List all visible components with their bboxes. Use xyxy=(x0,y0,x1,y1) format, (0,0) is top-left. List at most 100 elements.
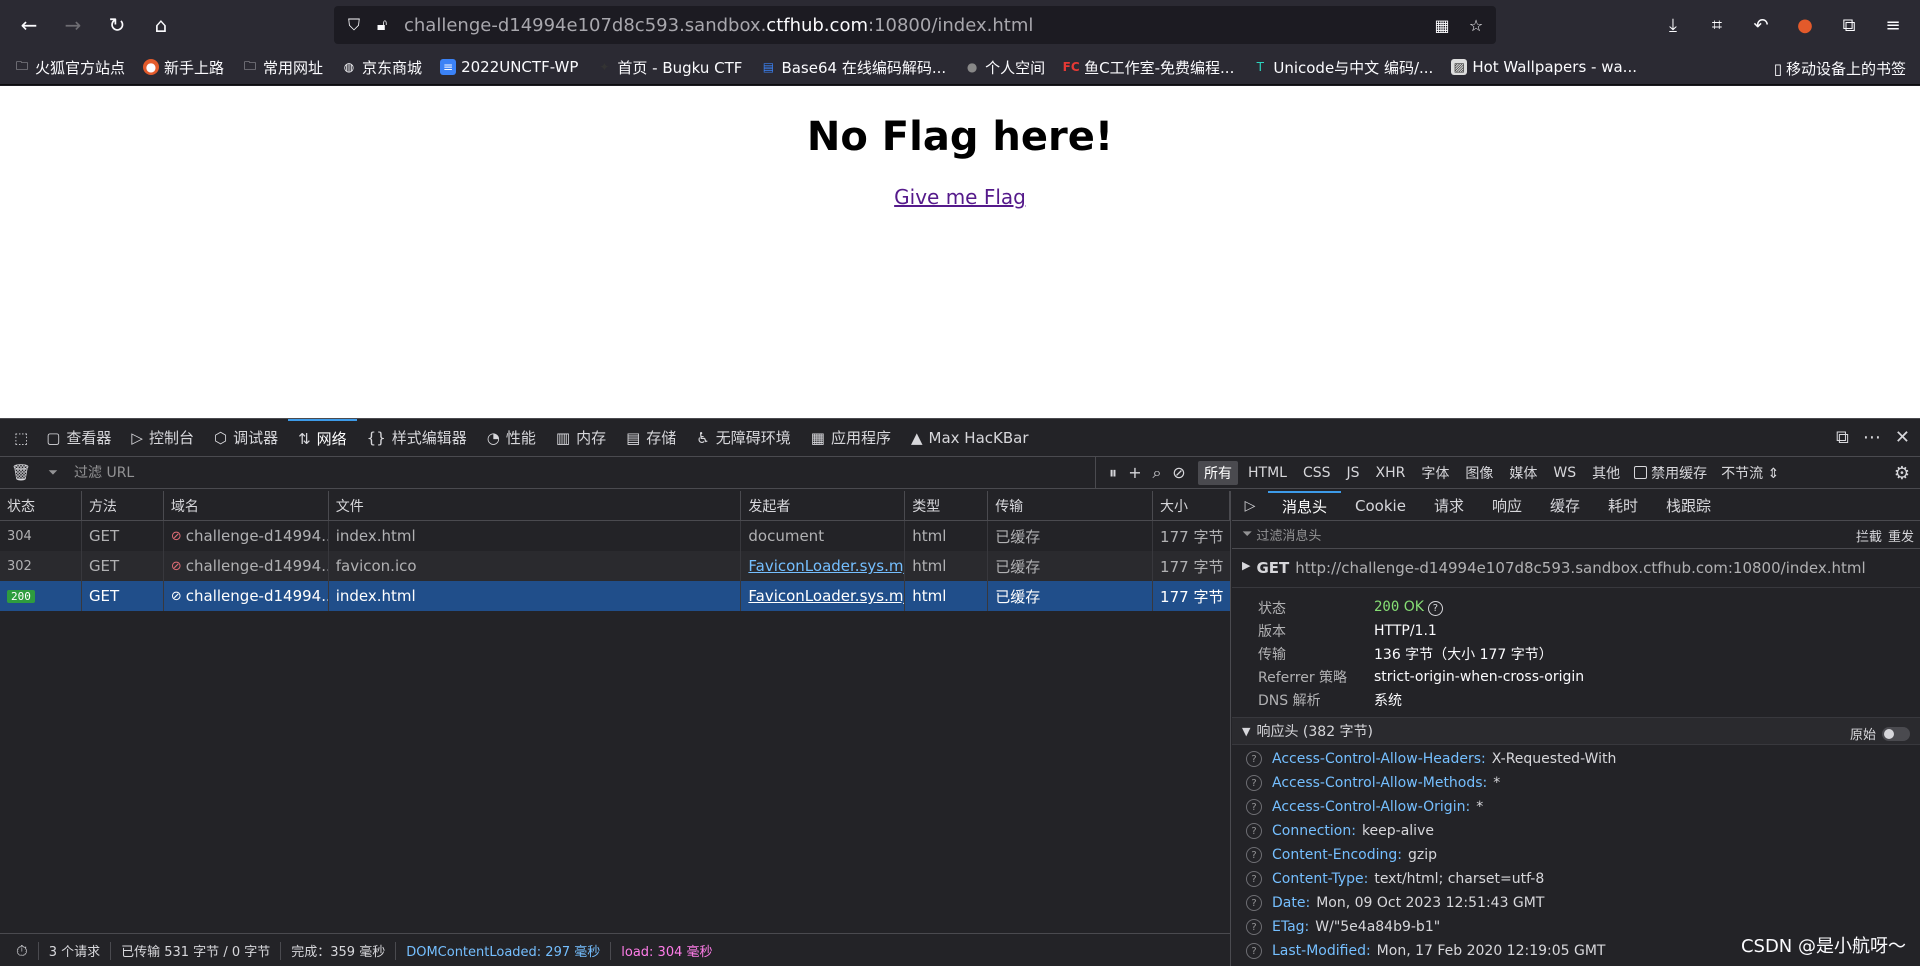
stopwatch-icon[interactable]: ⏱ xyxy=(6,941,39,960)
filter-all[interactable]: 所有 xyxy=(1198,460,1238,485)
more-options-icon[interactable]: ⋯ xyxy=(1863,427,1881,448)
bookmark-item[interactable]: ▤ Base64 在线编码解码... xyxy=(760,57,946,78)
header-row[interactable]: ? Access-Control-Allow-Methods: * xyxy=(1232,771,1920,795)
tab-accessibility[interactable]: ♿︎ 无障碍环境 xyxy=(686,419,800,457)
element-picker-icon[interactable]: ⬚ xyxy=(6,419,36,457)
menu-icon[interactable]: ≡ xyxy=(1878,10,1908,40)
filter-xhr[interactable]: XHR xyxy=(1370,463,1412,483)
disable-cache-checkbox[interactable]: 禁用缓存 xyxy=(1634,463,1707,483)
header-row[interactable]: ? Date: Mon, 09 Oct 2023 12:51:43 GMT xyxy=(1232,891,1920,915)
bookmark-item[interactable]: ≡ 2022UNCTF-WP xyxy=(440,58,578,76)
help-icon[interactable]: ? xyxy=(1246,943,1262,959)
home-icon[interactable]: ⌂ xyxy=(146,10,176,40)
url-text[interactable]: challenge-d14994e107d8c593.sandbox.ctfhu… xyxy=(404,15,1033,36)
forward-icon[interactable]: → xyxy=(58,10,88,40)
bookmark-item[interactable]: T Unicode与中文 编码/... xyxy=(1252,57,1434,78)
table-row[interactable]: 200 GET ⊘ challenge-d14994... index.html … xyxy=(0,581,1230,611)
request-line[interactable]: ▶ GET http://challenge-d14994e107d8c593.… xyxy=(1232,549,1920,588)
response-headers-section[interactable]: ▼ 响应头 (382 字节) 原始 xyxy=(1232,717,1920,745)
give-flag-link[interactable]: Give me Flag xyxy=(894,185,1026,209)
download-icon[interactable]: ⤓ xyxy=(1658,10,1688,40)
undo-icon[interactable]: ↶ xyxy=(1746,10,1776,40)
filter-js[interactable]: JS xyxy=(1341,463,1366,483)
url-filter-input[interactable] xyxy=(74,464,1054,481)
filter-images[interactable]: 图像 xyxy=(1459,461,1499,485)
dock-icon[interactable]: ⧉ xyxy=(1836,427,1849,448)
tab-network[interactable]: ⇅ 网络 xyxy=(288,418,357,457)
help-icon[interactable]: ? xyxy=(1246,799,1262,815)
filter-ws[interactable]: WS xyxy=(1547,463,1582,483)
mobile-bookmarks[interactable]: ▯ 移动设备上的书签 xyxy=(1774,58,1906,79)
tab-memory[interactable]: ▥ 内存 xyxy=(546,419,616,457)
initiator-link[interactable]: FaviconLoader.sys.mj... xyxy=(748,557,904,575)
tab-debugger[interactable]: ⬡ 调试器 xyxy=(204,419,288,457)
bookmark-item[interactable]: ✦ 首页 - Bugku CTF xyxy=(596,57,742,78)
initiator-link[interactable]: FaviconLoader.sys.mj... xyxy=(748,587,904,605)
raw-toggle[interactable]: 原始 xyxy=(1850,724,1910,743)
tab-inspector[interactable]: ▢ 查看器 xyxy=(36,419,121,457)
col-domain[interactable]: 域名 xyxy=(164,491,329,520)
tab-performance[interactable]: ◔ 性能 xyxy=(477,419,546,457)
block-icon[interactable]: ⊘ xyxy=(1168,463,1190,482)
qr-code-icon[interactable]: ▦ xyxy=(1428,11,1456,39)
tab-headers[interactable]: 消息头 xyxy=(1268,490,1342,521)
col-type[interactable]: 类型 xyxy=(905,491,989,520)
col-method[interactable]: 方法 xyxy=(82,491,164,520)
bookmark-item[interactable]: ◍ 京东商城 xyxy=(341,57,422,78)
col-initiator[interactable]: 发起者 xyxy=(741,491,906,520)
tab-response[interactable]: 响应 xyxy=(1478,491,1536,521)
trash-icon[interactable]: 🗑︎ xyxy=(10,463,32,482)
bookmark-item[interactable]: 🗀 火狐官方站点 xyxy=(14,57,125,78)
lock-icon[interactable]: 🔓︎ xyxy=(368,11,396,39)
help-icon[interactable]: ? xyxy=(1246,871,1262,887)
help-icon[interactable]: ? xyxy=(1246,823,1262,839)
tab-application[interactable]: ▦ 应用程序 xyxy=(801,419,901,457)
resend-button[interactable]: 重发 xyxy=(1888,526,1914,545)
bookmark-item[interactable]: ● 新手上路 xyxy=(143,57,224,78)
col-size[interactable]: 大小 xyxy=(1153,491,1230,520)
tab-console[interactable]: ▷ 控制台 xyxy=(121,419,204,457)
add-icon[interactable]: + xyxy=(1124,463,1146,482)
toggle-panel-icon[interactable]: ▷ xyxy=(1232,498,1268,514)
table-row[interactable]: 304 GET ⊘ challenge-d14994... index.html … xyxy=(0,521,1230,551)
table-row[interactable]: 302 GET ⊘ challenge-d14994... favicon.ico… xyxy=(0,551,1230,581)
tab-storage[interactable]: ▤ 存储 xyxy=(616,419,686,457)
col-status[interactable]: 状态 xyxy=(0,491,82,520)
bookmark-star-icon[interactable]: ☆ xyxy=(1462,11,1490,39)
reload-icon[interactable]: ↻ xyxy=(102,10,132,40)
extensions-icon[interactable]: ⧉ xyxy=(1834,10,1864,40)
help-icon[interactable]: ? xyxy=(1246,919,1262,935)
bookmark-item[interactable]: ● 个人空间 xyxy=(964,57,1045,78)
col-transfer[interactable]: 传输 xyxy=(988,491,1154,520)
back-icon[interactable]: ← xyxy=(14,10,44,40)
tab-hackbar[interactable]: ▲ Max HacKBar xyxy=(901,419,1039,457)
expand-arrow-icon[interactable]: ▶ xyxy=(1242,559,1250,577)
collapse-arrow-icon[interactable]: ▼ xyxy=(1242,725,1250,738)
bookmark-item[interactable]: FC 鱼C工作室-免费编程... xyxy=(1063,57,1235,78)
help-icon[interactable]: ? xyxy=(1427,601,1443,616)
tab-request[interactable]: 请求 xyxy=(1420,491,1478,521)
extension-fox-icon[interactable]: ● xyxy=(1790,10,1820,40)
help-icon[interactable]: ? xyxy=(1246,895,1262,911)
help-icon[interactable]: ? xyxy=(1246,751,1262,767)
tab-cookies[interactable]: Cookie xyxy=(1341,491,1420,521)
close-icon[interactable]: ✕ xyxy=(1895,427,1910,448)
search-icon[interactable]: ⌕ xyxy=(1146,463,1168,483)
settings-gear-icon[interactable]: ⚙ xyxy=(1894,463,1910,484)
filter-media[interactable]: 媒体 xyxy=(1503,461,1543,485)
bookmark-item[interactable]: ▨ Hot Wallpapers - wa... xyxy=(1451,58,1637,76)
tab-stack-trace[interactable]: 栈跟踪 xyxy=(1652,491,1725,521)
header-row[interactable]: ? Connection: keep-alive xyxy=(1232,819,1920,843)
filter-html[interactable]: HTML xyxy=(1242,463,1293,483)
tab-cache[interactable]: 缓存 xyxy=(1536,491,1594,521)
help-icon[interactable]: ? xyxy=(1246,775,1262,791)
header-row[interactable]: ? Content-Type: text/html; charset=utf-8 xyxy=(1232,867,1920,891)
bookmark-item[interactable]: 🗀 常用网址 xyxy=(242,57,323,78)
shield-icon[interactable]: ⛉ xyxy=(340,11,368,39)
tab-timings[interactable]: 耗时 xyxy=(1594,491,1652,521)
header-row[interactable]: ? Content-Encoding: gzip xyxy=(1232,843,1920,867)
help-icon[interactable]: ? xyxy=(1246,847,1262,863)
pause-icon[interactable]: ⏸ xyxy=(1102,463,1124,483)
header-row[interactable]: ? Access-Control-Allow-Origin: * xyxy=(1232,795,1920,819)
filter-fonts[interactable]: 字体 xyxy=(1415,461,1455,485)
